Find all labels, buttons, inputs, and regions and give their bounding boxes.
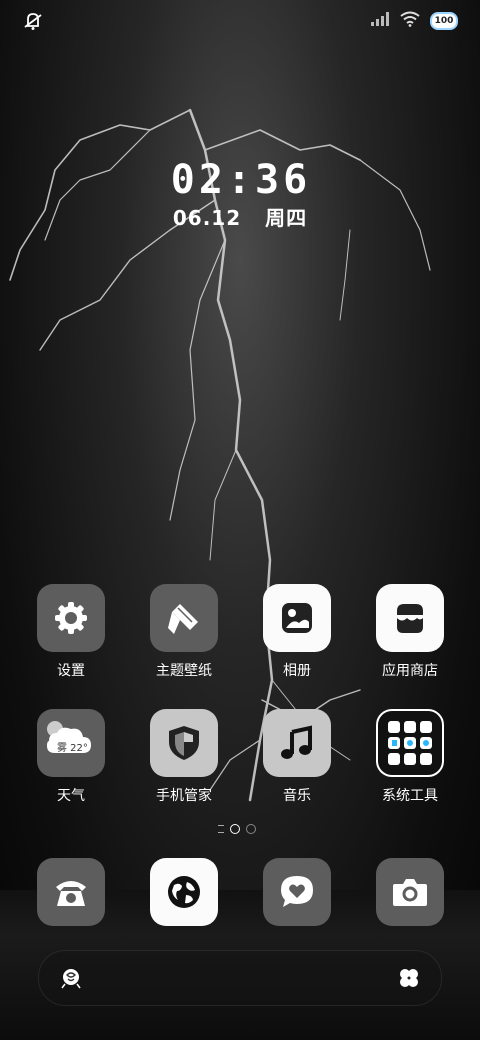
app-label: 相册 (283, 663, 311, 679)
app-gallery[interactable]: 相册 (242, 584, 352, 680)
system-tools-folder-icon (376, 709, 444, 777)
clock-widget[interactable]: 02:36 06.12 周四 (0, 158, 480, 231)
camera-icon (376, 858, 444, 926)
silent-mode-icon (22, 10, 44, 36)
app-themes[interactable]: 主题壁纸 (129, 584, 239, 680)
app-label: 设置 (57, 663, 85, 679)
app-label: 系统工具 (382, 788, 438, 804)
browser-icon (150, 858, 218, 926)
weather-icon: 雾 22° (37, 709, 105, 777)
clock-date: 06.12 (172, 206, 242, 230)
app-weather[interactable]: 雾 22° 天气 (16, 709, 126, 805)
app-app-store[interactable]: 应用商店 (355, 584, 465, 680)
app-phone-manager[interactable]: 手机管家 (129, 709, 239, 805)
app-label: 手机管家 (156, 788, 212, 804)
app-music[interactable]: 音乐 (242, 709, 352, 805)
app-system-tools-folder[interactable]: 系统工具 (355, 709, 465, 805)
dock-camera[interactable] (355, 858, 465, 926)
battery-icon: 100 (430, 12, 458, 30)
clock-time: 02:36 (170, 157, 312, 203)
page-dot (246, 824, 256, 834)
theme-brush-icon (150, 584, 218, 652)
phone-manager-shield-icon (150, 709, 218, 777)
app-store-icon (376, 584, 444, 652)
status-bar: 100 (0, 8, 480, 36)
page-indicator[interactable] (218, 824, 256, 834)
weather-text: 雾 22° (57, 743, 88, 754)
app-settings[interactable]: 设置 (16, 584, 126, 680)
app-label: 主题壁纸 (156, 663, 212, 679)
app-label: 应用商店 (382, 663, 438, 679)
page-indicator-menu-icon (218, 825, 224, 833)
signal-icon (370, 11, 390, 31)
settings-gear-icon (37, 584, 105, 652)
messages-icon (263, 858, 331, 926)
clock-weekday: 周四 (265, 206, 308, 230)
gallery-icon (263, 584, 331, 652)
dock-phone[interactable] (16, 858, 126, 926)
bottom-search-bar[interactable] (38, 950, 442, 1006)
phone-icon (37, 858, 105, 926)
app-label: 天气 (57, 788, 85, 804)
app-label: 音乐 (283, 788, 311, 804)
dock-browser[interactable] (129, 858, 239, 926)
dock-messages[interactable] (242, 858, 352, 926)
wifi-icon (400, 11, 420, 31)
rose-icon[interactable] (59, 966, 83, 994)
music-note-icon (263, 709, 331, 777)
page-dot-active (230, 824, 240, 834)
clover-icon[interactable] (397, 966, 421, 994)
clock-date-row: 06.12 周四 (0, 202, 480, 231)
